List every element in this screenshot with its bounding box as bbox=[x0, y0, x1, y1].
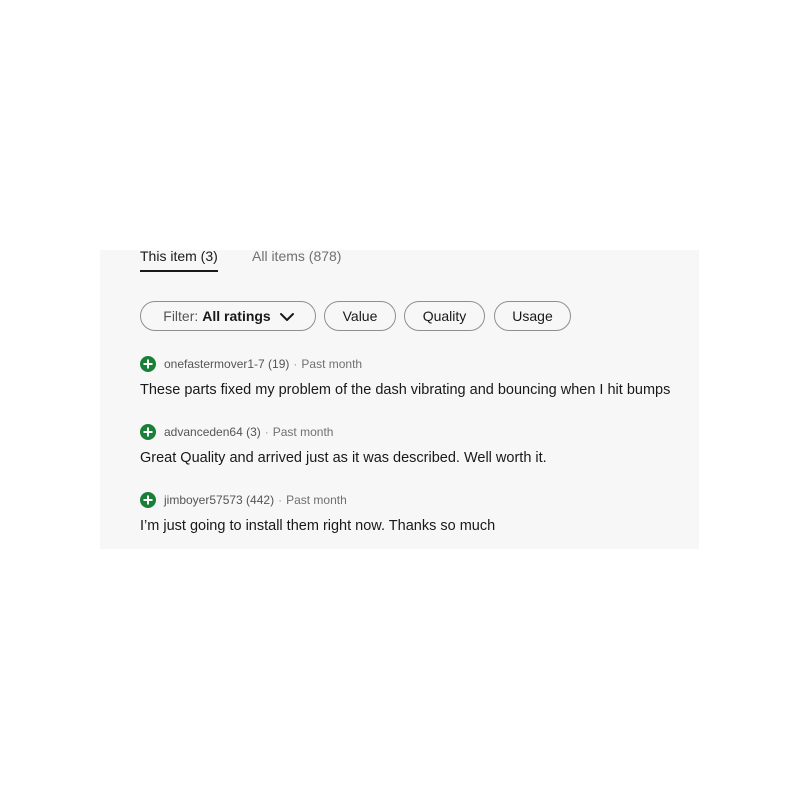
review-text: Great Quality and arrived just as it was… bbox=[140, 450, 547, 466]
plus-circle-icon bbox=[140, 356, 156, 372]
filter-value: All ratings bbox=[202, 308, 271, 324]
plus-circle-icon bbox=[140, 424, 156, 440]
plus-circle-icon bbox=[140, 492, 156, 508]
review-meta: jimboyer57573 (442) · Past month bbox=[140, 490, 700, 510]
separator: · bbox=[278, 493, 283, 507]
separator: · bbox=[293, 357, 298, 371]
chip-usage[interactable]: Usage bbox=[494, 301, 571, 331]
chip-value[interactable]: Value bbox=[324, 301, 396, 331]
review-item: jimboyer57573 (442) · Past month I’m jus… bbox=[140, 490, 700, 534]
rating-filter-dropdown[interactable]: Filter: All ratings bbox=[140, 301, 316, 331]
review-item: advanceden64 (3) · Past month Great Qual… bbox=[140, 422, 700, 466]
tab-all-items[interactable]: All items (878) bbox=[252, 248, 341, 270]
review-item: onefastermover1-7 (19) · Past month Thes… bbox=[140, 354, 700, 398]
chevron-down-icon bbox=[279, 310, 295, 322]
review-time: Past month bbox=[286, 493, 347, 507]
review-time: Past month bbox=[272, 425, 334, 439]
review-meta: advanceden64 (3) · Past month bbox=[140, 422, 700, 442]
reviewer-name[interactable]: onefastermover1-7 (19) bbox=[164, 357, 289, 371]
review-time: Past month bbox=[301, 357, 363, 371]
review-meta: onefastermover1-7 (19) · Past month bbox=[140, 354, 700, 374]
review-text: I’m just going to install them right now… bbox=[140, 518, 496, 534]
chip-quality[interactable]: Quality bbox=[404, 301, 485, 331]
reviewer-name[interactable]: advanceden64 (3) bbox=[164, 425, 261, 439]
tab-this-item[interactable]: This item (3) bbox=[140, 248, 218, 272]
feedback-panel: This item (3) All items (878) Filter: Al… bbox=[100, 248, 700, 549]
reviewer-name[interactable]: jimboyer57573 (442) bbox=[164, 493, 274, 507]
filter-prefix: Filter: bbox=[163, 308, 199, 324]
separator: · bbox=[264, 425, 269, 439]
review-text: These parts fixed my problem of the dash… bbox=[140, 382, 671, 398]
